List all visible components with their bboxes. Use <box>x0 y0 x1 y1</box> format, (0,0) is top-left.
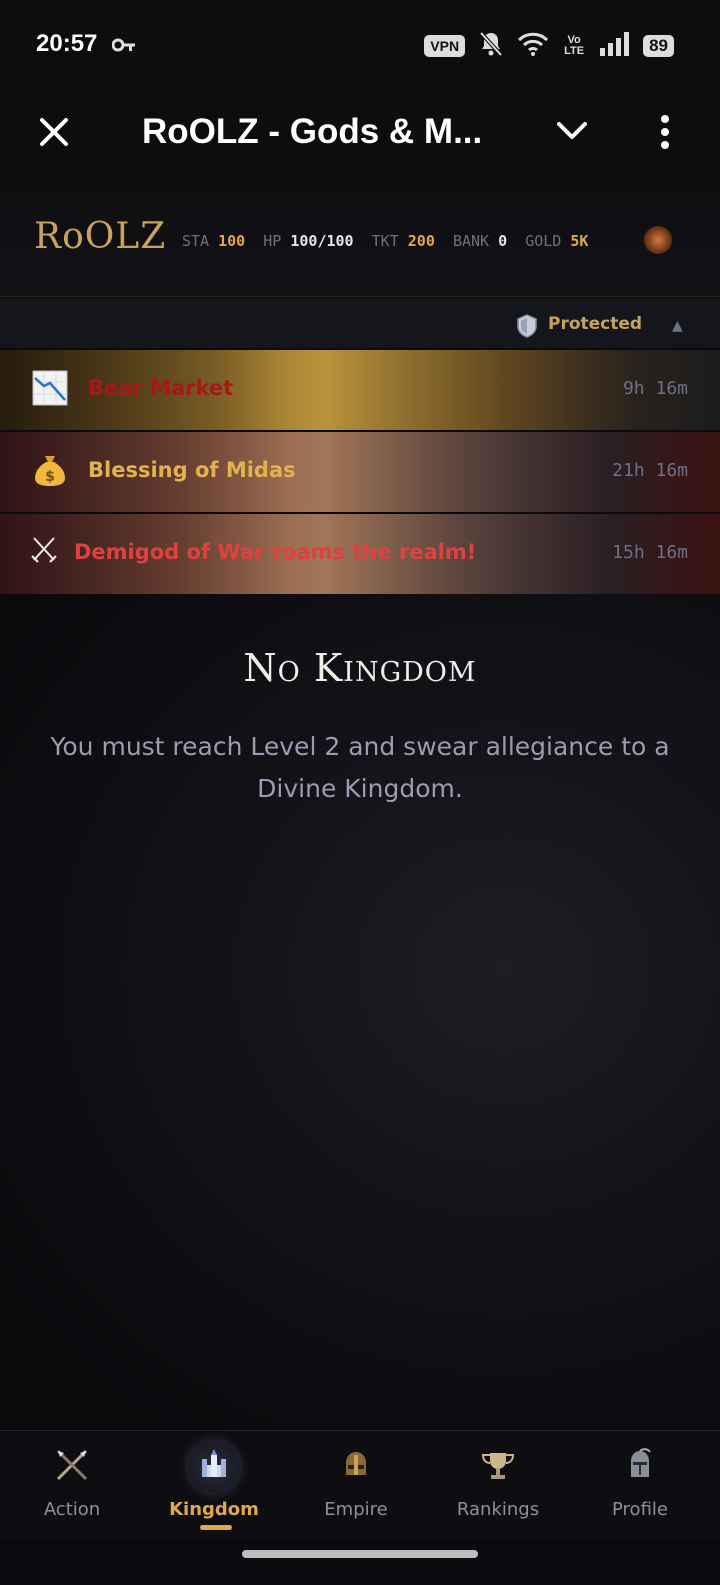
nav-item-action[interactable]: Action <box>0 1431 144 1539</box>
status-time: 20:57 <box>36 30 98 57</box>
bottom-nav: Action Kingdom Empire Rankings Profile <box>0 1430 720 1539</box>
trophy-icon <box>478 1445 518 1485</box>
stat-value-hp: 100/100 <box>290 232 354 250</box>
chart-decreasing-icon <box>32 370 68 406</box>
helmet-icon <box>336 1445 376 1485</box>
nav-item-rankings[interactable]: Rankings <box>426 1431 570 1539</box>
status-bar: 20:57 VPN Vo LTE 89 <box>0 0 720 92</box>
game-logo[interactable]: RoOLZ <box>34 216 166 257</box>
gesture-bar <box>0 1538 720 1585</box>
knight-helmet-icon <box>620 1445 660 1485</box>
home-indicator[interactable] <box>242 1550 478 1558</box>
page-description: You must reach Level 2 and swear allegia… <box>50 732 670 803</box>
game-header: RoOLZ STA 100 HP 100/100 TKT 200 BANK 0 … <box>0 188 720 297</box>
event-timer: 21h 16m <box>612 460 688 481</box>
close-icon[interactable] <box>36 114 72 150</box>
active-tab-indicator <box>200 1525 232 1530</box>
app-bar: RoOLZ - Gods & M... <box>0 92 720 188</box>
more-vert-icon[interactable] <box>658 114 672 154</box>
event-timer: 15h 16m <box>612 542 688 563</box>
app-title: RoOLZ - Gods & M... <box>142 112 483 151</box>
nav-label: Action <box>43 1499 101 1520</box>
page-title: No Kingdom <box>243 646 477 690</box>
battery-indicator: 89 <box>643 35 674 57</box>
wifi-icon <box>517 31 549 61</box>
stat-key: TKT <box>371 232 399 250</box>
shield-icon <box>516 314 538 342</box>
event-title: Bear Market <box>88 376 234 400</box>
kingdom-panel: No Kingdom You must reach Level 2 and sw… <box>0 594 720 1430</box>
stat-key: BANK <box>452 232 490 250</box>
castle-icon <box>188 1441 240 1493</box>
bell-off-icon <box>479 31 503 61</box>
stat-key: HP <box>263 232 282 250</box>
collapse-caret-icon[interactable]: ▲ <box>672 318 683 334</box>
event-banner-demigod-of-war[interactable]: Demigod of War roams the realm! 15h 16m <box>0 514 720 594</box>
protection-status: Protected <box>548 314 643 334</box>
vpn-badge: VPN <box>424 35 466 57</box>
money-bag-icon: $ <box>32 452 68 488</box>
event-title: Demigod of War roams the realm! <box>74 540 477 564</box>
stat-value-stamina: 100 <box>218 232 246 250</box>
stat-key: GOLD <box>525 232 562 250</box>
event-banner-bear-market[interactable]: Bear Market 9h 16m <box>0 350 720 430</box>
signal-icon <box>599 32 630 60</box>
stat-value-bank: 0 <box>498 232 508 250</box>
event-timer: 9h 16m <box>622 378 688 399</box>
nav-label: Empire <box>324 1499 388 1520</box>
nav-label: Rankings <box>456 1499 540 1520</box>
key-icon <box>111 36 136 58</box>
event-title: Blessing of Midas <box>88 458 296 482</box>
event-banner-blessing-of-midas[interactable]: $ Blessing of Midas 21h 16m <box>0 432 720 512</box>
nav-label: Kingdom <box>169 1499 259 1520</box>
level-emblem-icon[interactable] <box>644 226 672 254</box>
svg-text:$: $ <box>45 469 55 485</box>
crossed-swords-icon <box>30 534 58 570</box>
nav-item-kingdom[interactable]: Kingdom <box>142 1431 286 1539</box>
nav-item-empire[interactable]: Empire <box>284 1431 428 1539</box>
crossed-spears-icon <box>52 1445 92 1485</box>
stat-key: STA <box>182 232 210 250</box>
chevron-down-icon[interactable] <box>556 120 588 146</box>
stat-value-gold: 5K <box>570 232 589 250</box>
stat-value-tickets: 200 <box>407 232 435 250</box>
stats-bar: STA 100 HP 100/100 TKT 200 BANK 0 GOLD 5… <box>182 232 588 250</box>
nav-label: Profile <box>612 1499 668 1520</box>
volte-indicator: Vo LTE <box>564 34 585 57</box>
nav-item-profile[interactable]: Profile <box>568 1431 712 1539</box>
